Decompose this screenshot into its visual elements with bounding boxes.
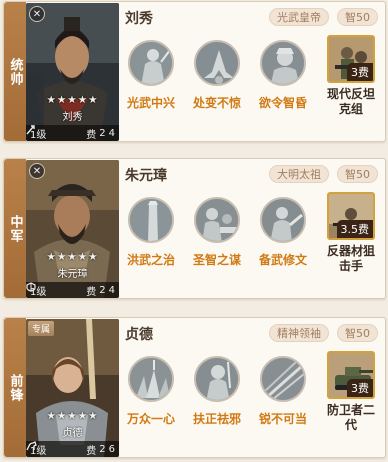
horse-icon [26, 441, 37, 451]
equipment-cost: 3费 [347, 379, 373, 397]
general-portrait[interactable]: ✕ ★★★★★ 朱元璋 1级 费 2 4 [26, 160, 119, 298]
troop-value: 4 [108, 127, 115, 139]
equipment-card[interactable]: 3.5费 反器材狙击手 [325, 192, 377, 274]
position-label: 统帅 [7, 57, 23, 86]
close-icon[interactable]: ✕ [29, 163, 45, 179]
skill-2[interactable]: 圣智之谋 [189, 197, 245, 268]
skill-3[interactable]: 备武修文 [255, 197, 311, 268]
equipment-image: 3.5费 [327, 192, 375, 240]
equipment-cost: 3费 [347, 63, 373, 81]
star-rating: ★★★★★ [46, 94, 99, 106]
portrait-name: 刘秀 [62, 112, 83, 123]
cost-label: 费 [86, 286, 97, 298]
skill-3[interactable]: 欲令智昏 [255, 40, 311, 111]
skill-name: 洪武之治 [126, 253, 175, 267]
portrait-name: 贞德 [62, 428, 83, 439]
skill-name: 锐不可当 [258, 412, 307, 426]
equipment-name: 反器材狙击手 [326, 244, 375, 273]
troop-value: 4 [108, 284, 115, 296]
position-label: 前锋 [7, 373, 23, 402]
position-tab: 中军 [4, 159, 26, 298]
skill-name: 备武修文 [258, 253, 307, 267]
equipment-card[interactable]: 3费 防卫者二代 [325, 351, 377, 433]
skill-name: 处变不惊 [192, 96, 241, 110]
general-name: 朱元璋 [125, 168, 167, 184]
skill-1[interactable]: 洪武之治 [123, 197, 179, 268]
stat-tag: 智50 [337, 8, 378, 26]
position-label: 中军 [7, 214, 23, 243]
general-card-2[interactable]: 中军 ✕ ★★★★★ 朱元璋 1级 费 2 4 朱元璋 大明太祖 智50 洪武之… [3, 158, 386, 299]
stat-tag: 智50 [337, 165, 378, 183]
portrait-info-bar: 1级 费 2 6 [26, 441, 119, 457]
exclusive-tag: 专属 [28, 321, 55, 336]
general-card-3[interactable]: 前锋 专属 ★★★★★ 贞德 1级 费 2 6 贞德 精神领袖 智50 万众一心… [3, 317, 386, 458]
title-tag: 精神领袖 [269, 324, 329, 342]
cost-label: 费 [86, 129, 97, 141]
skill-icon [128, 197, 174, 243]
close-icon[interactable]: ✕ [29, 6, 45, 22]
skill-icon [128, 40, 174, 86]
title-tag: 光武皇帝 [269, 8, 329, 26]
portrait-info-bar: 1级 费 2 4 [26, 125, 119, 141]
skill-icon [194, 40, 240, 86]
skill-icon [260, 40, 306, 86]
skill-name: 圣智之谋 [192, 253, 241, 267]
skill-1[interactable]: 光武中兴 [123, 40, 179, 111]
equipment-image: 3费 [327, 351, 375, 399]
skill-2[interactable]: 扶正祛邪 [189, 356, 245, 427]
equipment-name: 现代反坦克组 [326, 87, 375, 116]
skill-3[interactable]: 锐不可当 [255, 356, 311, 427]
equipment-card[interactable]: 3费 现代反坦克组 [325, 35, 377, 117]
skill-icon [128, 356, 174, 402]
general-name: 刘秀 [125, 11, 153, 27]
skill-name: 扶正祛邪 [192, 412, 241, 426]
skill-icon [194, 197, 240, 243]
portrait-info-bar: 1级 费 2 4 [26, 282, 119, 298]
general-name: 贞德 [125, 327, 153, 343]
title-tag: 大明太祖 [269, 165, 329, 183]
skill-icon [260, 197, 306, 243]
equipment-name: 防卫者二代 [326, 403, 375, 432]
equipment-image: 3费 [327, 35, 375, 83]
general-card-1[interactable]: 统帅 ✕ ★★★★★ 刘秀 1级 费 2 4 刘秀 光武皇帝 智50 光武中兴 … [3, 1, 386, 142]
stat-tag: 智50 [337, 324, 378, 342]
star-rating: ★★★★★ [46, 410, 99, 422]
cost-value: 2 [99, 127, 106, 139]
skill-name: 光武中兴 [126, 96, 175, 110]
general-portrait[interactable]: ✕ ★★★★★ 刘秀 1级 费 2 4 [26, 3, 119, 141]
position-tab: 前锋 [4, 318, 26, 457]
star-rating: ★★★★★ [46, 251, 99, 263]
position-tab: 统帅 [4, 2, 26, 141]
skill-name: 万众一心 [126, 412, 175, 426]
portrait-name: 朱元璋 [57, 269, 88, 280]
skill-icon [260, 356, 306, 402]
skill-2[interactable]: 处变不惊 [189, 40, 245, 111]
troop-value: 6 [108, 443, 115, 455]
spear-icon [26, 125, 35, 135]
general-portrait[interactable]: 专属 ★★★★★ 贞德 1级 费 2 6 [26, 319, 119, 457]
skill-name: 欲令智昏 [258, 96, 307, 110]
equipment-cost: 3.5费 [336, 220, 373, 238]
cost-value: 2 [99, 284, 106, 296]
cost-value: 2 [99, 443, 106, 455]
skill-icon [194, 356, 240, 402]
skill-1[interactable]: 万众一心 [123, 356, 179, 427]
shield-icon [26, 282, 36, 292]
cost-label: 费 [86, 445, 97, 457]
